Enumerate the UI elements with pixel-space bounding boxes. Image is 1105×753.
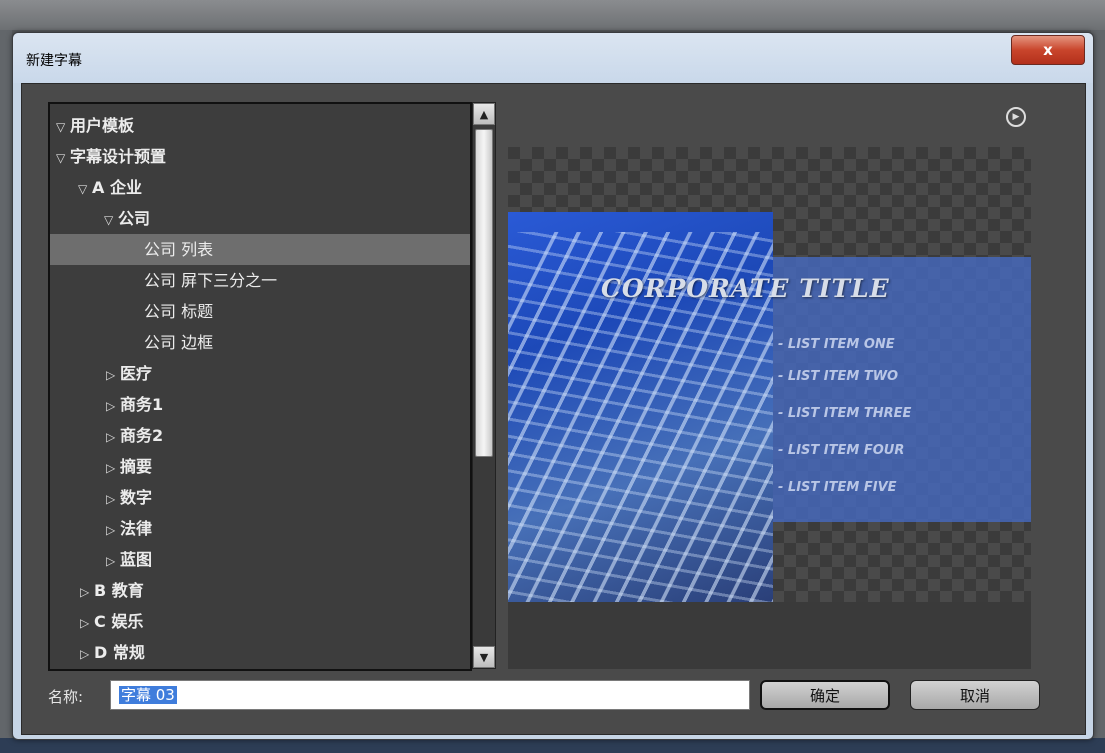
collapsed-triangle-icon[interactable]: ▷ (80, 639, 94, 669)
tree-item[interactable]: ▷ 蓝图 (50, 544, 470, 577)
name-input[interactable]: 字幕 03 (110, 680, 750, 710)
tree-item[interactable]: 公司 屏下三分之一 (50, 265, 470, 296)
cancel-button[interactable]: 取消 (910, 680, 1040, 710)
expanded-triangle-icon[interactable]: ▽ (78, 174, 92, 205)
preview-list-item: - LIST ITEM FIVE (778, 480, 897, 495)
expanded-triangle-icon[interactable]: ▽ (104, 205, 118, 236)
dialog-title: 新建字幕 (26, 53, 82, 69)
background-desktop-bottom (0, 738, 1105, 753)
panel-menu-icon[interactable]: ▶ (1006, 107, 1026, 127)
tree-item[interactable]: ▷ C 娱乐 (50, 606, 470, 639)
tree-item[interactable]: ▽ A 企业 (50, 172, 470, 205)
collapsed-triangle-icon[interactable]: ▷ (106, 391, 120, 422)
tree-item[interactable]: 公司 列表 (50, 234, 470, 265)
tree-item-label: 用户模板 (70, 116, 135, 135)
tree-item-label: 公司 标题 (144, 302, 214, 321)
tree-item-label: 商务2 (120, 426, 164, 445)
tree-item-label: 字幕设计预置 (70, 147, 167, 166)
tree-item-label: 数字 (120, 488, 153, 507)
ok-button[interactable]: 确定 (760, 680, 890, 710)
tree-item-label: 法律 (120, 519, 153, 538)
template-tree[interactable]: ▽ 用户模板 ▽ 字幕设计预置 ▽ A 企业 ▽ 公司 公司 列表 公司 屏下三分之一 公司 标题公… (48, 102, 472, 671)
tree-scrollbar[interactable]: ▲ ▼ (472, 102, 496, 669)
background-desktop-left (0, 30, 12, 753)
dialog-client-area: ▽ 用户模板 ▽ 字幕设计预置 ▽ A 企业 ▽ 公司 公司 列表 公司 屏下三分之一 公司 标题公… (21, 83, 1086, 735)
tree-item-label: B 教育 (94, 581, 144, 600)
tree-item-label: 公司 边框 (144, 333, 214, 352)
scroll-up-arrow-icon[interactable]: ▲ (473, 103, 495, 125)
tree-item[interactable]: ▷ 商务1 (50, 389, 470, 422)
tree-item-label: C 娱乐 (94, 612, 144, 631)
tree-item[interactable]: ▽ 用户模板 (50, 110, 470, 143)
tree-item[interactable]: ▷ D 常规 (50, 637, 470, 669)
name-input-value: 字幕 03 (119, 686, 177, 704)
tree-item[interactable]: ▷ 医疗 (50, 358, 470, 391)
preview-list-item: - LIST ITEM TWO (778, 369, 899, 384)
name-label: 名称: (48, 688, 84, 706)
tree-item-label: A 企业 (92, 178, 142, 197)
preview-list-item: - LIST ITEM THREE (778, 406, 912, 421)
background-desktop-top (0, 0, 1105, 30)
scroll-thumb[interactable] (475, 129, 493, 457)
tree-item[interactable]: ▽ 字幕设计预置 (50, 141, 470, 174)
scroll-down-arrow-icon[interactable]: ▼ (473, 646, 495, 668)
dialog-titlebar[interactable]: 新建字幕 x (13, 33, 1093, 83)
preview-list-item: - LIST ITEM FOUR (778, 443, 905, 458)
tree-item-label: 医疗 (120, 364, 153, 383)
tree-item[interactable]: ▽ 公司 (50, 203, 470, 236)
building-photo (508, 212, 773, 602)
tree-item-label: 商务1 (120, 395, 164, 414)
expanded-triangle-icon[interactable]: ▽ (56, 112, 70, 143)
template-preview: CORPORATE TITLE - LIST ITEM ONE - LIST I… (508, 147, 1031, 669)
collapsed-triangle-icon[interactable]: ▷ (106, 422, 120, 453)
preview-bottom-bar (508, 602, 1031, 669)
close-icon: x (1043, 41, 1053, 59)
preview-list-item: - LIST ITEM ONE (778, 337, 895, 352)
collapsed-triangle-icon[interactable]: ▷ (106, 546, 120, 577)
expanded-triangle-icon[interactable]: ▽ (56, 143, 70, 174)
tree-item[interactable]: ▷ 数字 (50, 482, 470, 515)
close-button[interactable]: x (1011, 35, 1085, 65)
collapsed-triangle-icon[interactable]: ▷ (106, 360, 120, 391)
tree-item[interactable]: ▷ 摘要 (50, 451, 470, 484)
collapsed-triangle-icon[interactable]: ▷ (80, 608, 94, 639)
collapsed-triangle-icon[interactable]: ▷ (106, 484, 120, 515)
tree-item[interactable]: 公司 标题 (50, 296, 470, 327)
tree-item[interactable]: ▷ B 教育 (50, 575, 470, 608)
collapsed-triangle-icon[interactable]: ▷ (106, 515, 120, 546)
tree-item[interactable]: ▷ 商务2 (50, 420, 470, 453)
tree-item[interactable]: 公司 边框 (50, 327, 470, 358)
preview-title: CORPORATE TITLE (601, 274, 890, 303)
tree-item-label: 公司 屏下三分之一 (144, 271, 278, 290)
new-title-dialog: 新建字幕 x ▽ 用户模板 ▽ 字幕设计预置 ▽ A 企业 ▽ 公司 公司 列表 公司 屏下三分之… (12, 32, 1094, 740)
tree-item[interactable]: ▷ 法律 (50, 513, 470, 546)
collapsed-triangle-icon[interactable]: ▷ (106, 453, 120, 484)
tree-item-label: 公司 列表 (144, 240, 214, 259)
tree-item-label: 公司 (118, 209, 151, 228)
tree-item-label: 蓝图 (120, 550, 153, 569)
collapsed-triangle-icon[interactable]: ▷ (80, 577, 94, 608)
tree-item-label: 摘要 (120, 457, 153, 476)
tree-item-label: D 常规 (94, 643, 145, 662)
